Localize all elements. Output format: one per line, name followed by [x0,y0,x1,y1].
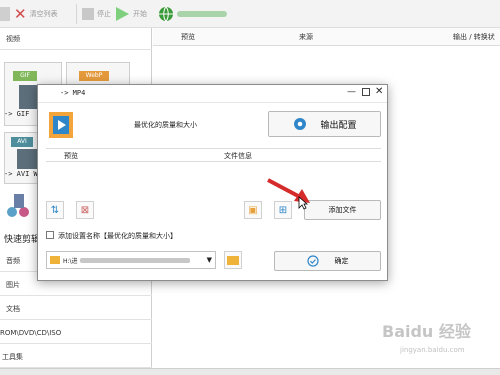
close-icon[interactable]: ✕ [375,86,383,97]
mouse-cursor-icon [298,196,308,210]
main-toolbar: ✕ 清空列表 停止 开始 [0,0,500,28]
video-file-icon [46,111,76,139]
browse-folder-button[interactable] [224,251,242,269]
col-output[interactable]: 输出 / 转换状 [453,32,495,42]
dialog-file-table-body[interactable] [46,162,381,194]
status-bar [0,368,500,375]
stop-icon [82,8,94,20]
output-path-select[interactable]: H:\进 ▼ [46,251,216,269]
sort-arrows-icon: ⇅ [50,204,60,216]
add-file-label: 添加文件 [328,206,357,214]
folder-plus-icon: ▣ [248,204,258,216]
check-circle-icon [306,255,319,267]
chevron-down-icon: ▼ [206,256,212,264]
to-gif-label: -> GIF [4,110,30,118]
delete-file-icon: ⊠ [80,204,90,216]
clear-list-button[interactable]: ✕ 清空列表 [14,4,58,24]
maximize-button[interactable] [362,88,370,96]
logo-area [158,4,227,24]
dvd-label: ROM\DVD\CD\ISO [0,328,62,337]
gear-icon [294,118,307,130]
sort-button[interactable]: ⇅ [46,201,64,219]
add-icon [0,7,10,21]
sidebar-section-document[interactable]: 文档 [0,298,152,320]
output-format-dialog: -> MP4 — ✕ 最优化的质量和大小 输出配置 预览 文件信息 ⇅ ⊠ ▣ … [37,84,388,281]
play-icon [116,7,129,21]
avi-badge-icon: AVI [11,137,33,147]
quick-clip-label[interactable]: 快速剪辑 [4,232,40,245]
watermark-url: jingyan.baidu.com [400,346,465,354]
dialog-titlebar: -> MP4 — ✕ [38,85,387,103]
add-button[interactable] [0,4,10,24]
blurred-text [177,11,227,17]
output-config-button[interactable]: 输出配置 [268,111,381,137]
toolbar-divider [76,4,77,24]
globe-icon [159,6,173,22]
watermark: Baidu 经验 jingyan.baidu.com [378,316,496,362]
ok-button[interactable]: 确定 [274,251,381,271]
scissors-icon [4,190,34,226]
start-label: 开始 [133,10,147,18]
stop-label: 停止 [97,10,111,18]
dialog-title: -> MP4 [60,89,86,97]
document-label: 文档 [6,304,20,313]
to-avi-label: -> AVI W [4,170,38,178]
toolbox-label: 工具集 [2,352,23,361]
blurred-path [79,257,190,263]
start-button[interactable]: 开始 [114,4,147,24]
audio-label: 音频 [6,256,20,265]
sidebar-section-toolbox[interactable]: 工具集 [0,346,152,368]
webp-badge-icon: WebP [79,71,109,81]
file-list-header: 预览 来源 输出 / 转换状 [153,28,500,46]
col-source[interactable]: 来源 [299,32,313,42]
sidebar-section-dvd[interactable]: ROM\DVD\CD\ISO [0,322,152,344]
add-folder-button[interactable]: ▣ [244,201,262,219]
remove-file-button[interactable]: ⊠ [76,201,94,219]
folder-icon [50,256,60,264]
dialog-col-preview[interactable]: 预览 [64,151,78,161]
output-path-value: H:\进 [63,257,78,265]
append-setting-checkbox[interactable] [46,231,54,239]
video-section-label: 视频 [6,34,20,43]
clear-list-label: 清空列表 [29,10,58,18]
dialog-file-table-header: 预览 文件信息 [46,148,381,162]
image-label: 图片 [6,280,20,289]
output-config-label: 输出配置 [320,120,357,131]
watermark-text: Baidu 经验 [382,322,471,341]
folder-open-icon [227,255,239,265]
quality-preset-label: 最优化的质量和大小 [134,121,197,129]
sidebar-section-video[interactable]: 视频 [0,28,152,50]
stop-button[interactable]: 停止 [82,4,111,24]
ok-label: 确定 [334,257,349,265]
dialog-col-fileinfo[interactable]: 文件信息 [224,151,252,161]
gif-badge-icon: GIF [13,71,37,81]
append-setting-label: 添加设置名称【最优化的质量和大小】 [58,232,177,240]
col-preview[interactable]: 预览 [181,32,195,42]
close-icon: ✕ [14,5,27,23]
add-file-button[interactable]: 添加文件 [304,200,381,220]
minimize-button[interactable]: — [347,88,356,97]
